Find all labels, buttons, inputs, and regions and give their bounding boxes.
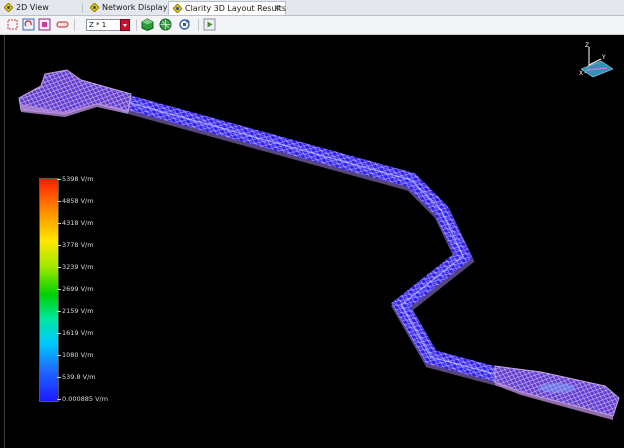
tab-network-display[interactable]: Network Display xyxy=(86,1,168,15)
shape-select-icon xyxy=(56,21,69,28)
rotate-view-button[interactable] xyxy=(22,18,35,31)
view-2d-icon xyxy=(4,3,13,12)
select-box-icon xyxy=(7,19,18,30)
legend-label: 5398 V/m xyxy=(62,175,94,183)
mesh-view-icon xyxy=(159,18,172,31)
legend-tick xyxy=(57,179,61,180)
legend-label: 1619 V/m xyxy=(62,329,94,337)
toolbar-divider xyxy=(136,19,137,31)
legend-tick xyxy=(57,201,61,202)
legend-label: 4318 V/m xyxy=(62,219,94,227)
x-axis-label: X xyxy=(579,70,583,77)
zoom-select-value: Z * 1 xyxy=(89,21,107,29)
legend-tick xyxy=(57,267,61,268)
mesh-view-button[interactable] xyxy=(159,18,172,31)
tab-divider xyxy=(82,3,83,13)
clarity-3d-window: 2D View Network Display Clarity 3D Layou… xyxy=(0,0,624,448)
tab-bar: 2D View Network Display Clarity 3D Layou… xyxy=(0,0,624,16)
tab-label: Network Display xyxy=(102,3,168,12)
tab-label: 2D View xyxy=(16,3,49,12)
legend-label: 3778 V/m xyxy=(62,241,94,249)
legend-tick xyxy=(57,289,61,290)
solid-view-icon xyxy=(141,18,154,31)
play-button[interactable] xyxy=(203,18,216,31)
legend-tick xyxy=(57,245,61,246)
fit-view-icon xyxy=(38,18,51,31)
zoom-select[interactable]: Z * 1 xyxy=(86,19,130,31)
toolbar: Z * 1 xyxy=(0,16,624,35)
trace-field-highlight xyxy=(122,100,602,399)
toolbar-divider xyxy=(198,19,199,31)
legend-label: 2159 V/m xyxy=(62,307,94,315)
y-axis-label: Y xyxy=(601,54,606,61)
3d-viewport[interactable]: Z Y X 5398 V/m 4858 V/m 4318 V/m 3778 V/m 32… xyxy=(4,35,624,448)
axes-triad[interactable]: Z Y X xyxy=(573,39,617,83)
field-legend: 5398 V/m 4858 V/m 4318 V/m 3778 V/m 3239 V/m… xyxy=(37,175,147,406)
legend-label: 0.000885 V/m xyxy=(62,395,109,403)
legend-tick xyxy=(57,355,61,356)
toolbar-divider xyxy=(74,19,75,31)
trace-shadow xyxy=(121,95,604,410)
legend-tick xyxy=(57,377,61,378)
legend-tick xyxy=(57,333,61,334)
select-box-button[interactable] xyxy=(6,18,19,31)
fit-view-button[interactable] xyxy=(38,18,51,31)
end-pad-field-spot xyxy=(539,383,575,393)
legend-label: 3239 V/m xyxy=(62,263,94,271)
refresh-view-button[interactable] xyxy=(178,18,191,31)
legend-tick xyxy=(57,399,61,400)
tab-clarity-3d-results[interactable]: Clarity 3D Layout Results ✕ xyxy=(168,1,286,15)
legend-label: 539.8 V/m xyxy=(62,373,96,381)
tab-label: Clarity 3D Layout Results xyxy=(185,4,287,13)
legend-label: 4858 V/m xyxy=(62,197,94,205)
z-axis-label: Z xyxy=(585,42,589,49)
legend-tick xyxy=(57,223,61,224)
legend-tick xyxy=(57,311,61,312)
legend-label: 2699 V/m xyxy=(62,285,94,293)
clarity-3d-icon xyxy=(173,4,182,13)
close-tab-icon[interactable]: ✕ xyxy=(273,2,281,16)
trace-mesh[interactable] xyxy=(121,93,603,406)
play-icon xyxy=(203,18,216,31)
network-icon xyxy=(90,3,99,12)
shape-select-button[interactable] xyxy=(56,18,69,31)
rotate-view-icon xyxy=(22,18,35,31)
solid-view-button[interactable] xyxy=(141,18,154,31)
refresh-view-icon xyxy=(179,19,190,30)
colorbar xyxy=(39,178,59,402)
legend-label: 1080 V/m xyxy=(62,351,94,359)
chevron-down-icon[interactable] xyxy=(120,19,130,31)
tab-2d-view[interactable]: 2D View xyxy=(0,1,62,15)
